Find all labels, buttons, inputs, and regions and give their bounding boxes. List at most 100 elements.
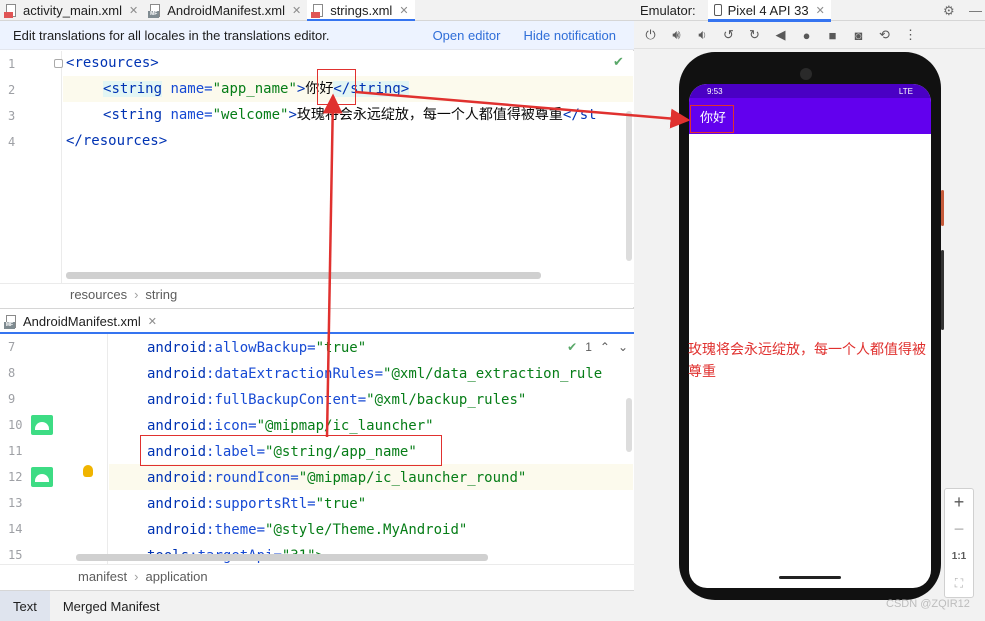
volume-down-icon[interactable]: 🔉︎ [692,25,713,46]
zoom-controls: + − 1:1 ⛶ [944,488,974,598]
fit-screen-icon[interactable]: ⛶ [945,570,973,597]
xml-file-icon [4,3,18,18]
device-name: Pixel 4 API 33 [727,2,809,18]
close-icon[interactable]: ✕ [129,4,138,17]
breadcrumb-item[interactable]: resources [70,287,127,302]
code-line-2: <string name="app_name">你好</string> [103,81,410,97]
zoom-actual-button[interactable]: 1:1 [945,543,973,570]
status-network: LTE [898,86,913,96]
manifest-view-tabs: Text Merged Manifest [0,590,634,621]
volume-button[interactable] [941,250,944,330]
zoom-in-button[interactable]: + [945,489,973,516]
line-number: 8 [8,366,16,380]
close-icon[interactable]: ✕ [816,4,825,17]
chevron-down-icon[interactable]: ⌄ [618,340,628,354]
lightbulb-icon[interactable] [83,465,93,477]
line-number: 3 [8,109,16,123]
watermark: CSDN @ZQIR12 [886,598,970,610]
volume-up-icon[interactable]: 🔊︎ [666,25,687,46]
snapshot-icon[interactable]: ⟲ [874,25,895,46]
open-editor-link[interactable]: Open editor [433,28,501,43]
tab-label: activity_main.xml [23,3,122,18]
check-icon[interactable]: ✔ [567,340,577,354]
phone-screen[interactable]: 9:53 LTE 你好 [689,84,931,588]
code-line-14: android:theme="@style/Theme.MyAndroid" [147,522,468,538]
inspection-widget: ✔ 1 ⌃ ⌄ [567,340,628,354]
camera-icon[interactable]: ◙ [848,25,869,46]
camera-dot [800,68,812,80]
code-line-10: android:icon="@mipmap/ic_launcher" [147,418,434,434]
power-icon[interactable]: ⏻ [640,25,661,46]
more-icon[interactable]: ⋮ [900,25,921,46]
tab-text[interactable]: Text [0,590,50,621]
breadcrumb-item[interactable]: string [145,287,177,302]
breadcrumb: resources › string [70,287,177,302]
overview-icon[interactable]: ■ [822,25,843,46]
code-line-12: android:roundIcon="@mipmap/ic_launcher_r… [147,470,527,486]
tab-activity-main[interactable]: activity_main.xml ✕ [0,0,144,21]
close-icon[interactable]: ✕ [148,315,157,328]
vertical-scrollbar[interactable] [626,398,632,452]
tab-label: AndroidManifest.xml [23,314,141,329]
android-icon[interactable] [31,415,53,435]
status-time: 9:53 [707,86,723,96]
minimize-icon[interactable]: — [969,0,982,21]
editor-tab-bar: activity_main.xml ✕ MF AndroidManifest.x… [0,0,634,22]
horizontal-scrollbar[interactable] [66,272,541,279]
emulator-toolbar: ⏻ 🔊︎ 🔉︎ ↺ ↻ ◀ ● ■ ◙ ⟲ ⋮ [634,22,985,49]
breadcrumb: manifest › application [78,569,208,584]
close-icon[interactable]: ✕ [292,4,301,17]
tab-android-manifest[interactable]: MF AndroidManifest.xml ✕ [144,0,307,21]
breadcrumb-item[interactable]: application [145,569,207,584]
translations-notification: Edit translations for all locales in the… [0,21,634,50]
code-line-9: android:fullBackupContent="@xml/backup_r… [147,392,527,408]
tab-merged-manifest[interactable]: Merged Manifest [50,591,173,621]
ide-window: activity_main.xml ✕ MF AndroidManifest.x… [0,0,985,621]
line-number: 2 [8,83,16,97]
notification-message: Edit translations for all locales in the… [13,27,330,43]
line-number: 4 [8,135,16,149]
tab-device[interactable]: Pixel 4 API 33 ✕ [707,0,831,22]
home-icon[interactable]: ● [796,25,817,46]
zoom-out-button[interactable]: − [945,516,973,543]
android-icon[interactable] [31,467,53,487]
line-number: 12 [8,470,23,484]
horizontal-scrollbar[interactable] [76,554,488,561]
annotation-box-label [140,435,442,466]
strings-editor[interactable]: 1 2 3 4 ✔ <resources> <string name="app_… [0,51,634,283]
line-number: 9 [8,392,16,406]
phone-icon [713,4,722,16]
emulator-label: Emulator: [640,2,696,18]
emulator-panel: Emulator: Pixel 4 API 33 ✕ ⚙ — ⏻ 🔊︎ 🔉︎ ↺… [634,0,985,621]
chevron-up-icon[interactable]: ⌃ [600,340,610,354]
breadcrumb-item[interactable]: manifest [78,569,127,584]
manifest-file-icon: MF [4,314,18,329]
line-number: 10 [8,418,23,432]
emulator-header: Emulator: Pixel 4 API 33 ✕ ⚙ — [634,0,985,22]
gear-icon[interactable]: ⚙ [943,0,955,21]
code-line-4: </resources> [66,133,168,149]
line-gutter: 1 2 3 4 [0,51,63,283]
hide-notification-link[interactable]: Hide notification [524,28,617,43]
tab-android-manifest-lower[interactable]: MF AndroidManifest.xml ✕ [0,309,634,335]
fold-icon[interactable] [54,59,63,68]
power-button[interactable] [941,190,944,226]
close-icon[interactable]: ✕ [399,4,408,17]
back-icon[interactable]: ◀ [770,25,791,46]
code-line-7: android:allowBackup="true" [147,340,367,356]
line-gutter: 7 8 9 10 11 12 13 14 15 [0,334,108,564]
annotation-box-app-name [317,69,356,105]
tab-strings[interactable]: strings.xml ✕ [307,0,415,22]
line-number: 7 [8,340,16,354]
manifest-editor[interactable]: 7 8 9 10 11 12 13 14 15 android:allowBac… [0,334,634,564]
check-icon: ✔ [613,54,624,69]
rotate-right-icon[interactable]: ↻ [744,25,765,46]
line-number: 14 [8,522,23,536]
code-line-13: android:supportsRtl="true" [147,496,367,512]
line-number: 13 [8,496,23,510]
gesture-bar[interactable] [779,576,841,579]
rotate-left-icon[interactable]: ↺ [718,25,739,46]
inspection-count: 1 [585,340,592,354]
welcome-value: 玫瑰将会永远绽放，每一个人都值得被尊重 [296,107,563,123]
vertical-scrollbar[interactable] [626,111,632,261]
